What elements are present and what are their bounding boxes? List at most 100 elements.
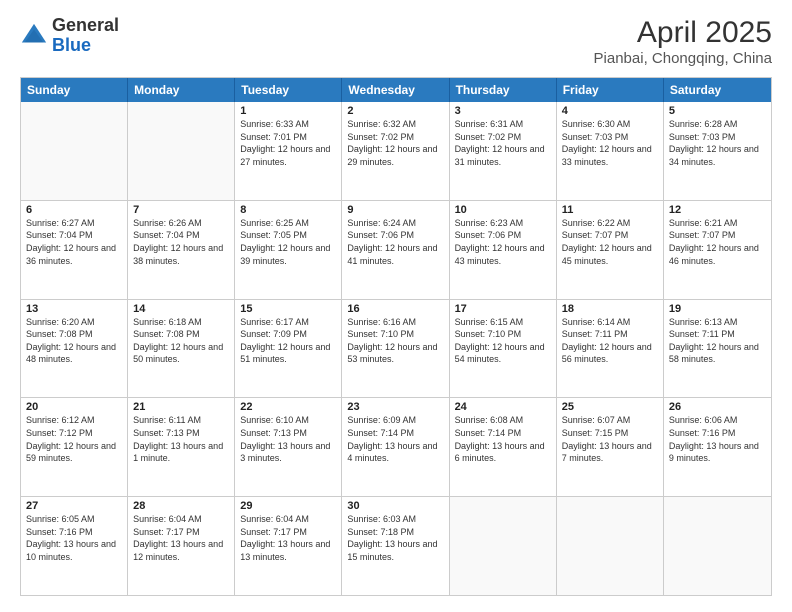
calendar-cell: 20Sunrise: 6:12 AMSunset: 7:12 PMDayligh… bbox=[21, 398, 128, 496]
day-info: Sunrise: 6:13 AMSunset: 7:11 PMDaylight:… bbox=[669, 316, 766, 366]
day-number: 29 bbox=[240, 500, 336, 512]
day-number: 22 bbox=[240, 401, 336, 413]
calendar-cell: 6Sunrise: 6:27 AMSunset: 7:04 PMDaylight… bbox=[21, 201, 128, 299]
calendar-cell bbox=[128, 102, 235, 200]
calendar-cell: 2Sunrise: 6:32 AMSunset: 7:02 PMDaylight… bbox=[342, 102, 449, 200]
calendar-cell: 30Sunrise: 6:03 AMSunset: 7:18 PMDayligh… bbox=[342, 497, 449, 595]
day-number: 9 bbox=[347, 204, 443, 216]
day-info: Sunrise: 6:06 AMSunset: 7:16 PMDaylight:… bbox=[669, 414, 766, 464]
cal-header-day: Saturday bbox=[664, 78, 771, 102]
calendar-row: 6Sunrise: 6:27 AMSunset: 7:04 PMDaylight… bbox=[21, 200, 771, 299]
day-info: Sunrise: 6:04 AMSunset: 7:17 PMDaylight:… bbox=[240, 513, 336, 563]
calendar-cell: 18Sunrise: 6:14 AMSunset: 7:11 PMDayligh… bbox=[557, 300, 664, 398]
calendar-cell bbox=[450, 497, 557, 595]
calendar-cell: 3Sunrise: 6:31 AMSunset: 7:02 PMDaylight… bbox=[450, 102, 557, 200]
calendar-cell: 12Sunrise: 6:21 AMSunset: 7:07 PMDayligh… bbox=[664, 201, 771, 299]
calendar-cell: 22Sunrise: 6:10 AMSunset: 7:13 PMDayligh… bbox=[235, 398, 342, 496]
day-info: Sunrise: 6:05 AMSunset: 7:16 PMDaylight:… bbox=[26, 513, 122, 563]
calendar-header: SundayMondayTuesdayWednesdayThursdayFrid… bbox=[21, 78, 771, 102]
day-info: Sunrise: 6:20 AMSunset: 7:08 PMDaylight:… bbox=[26, 316, 122, 366]
day-info: Sunrise: 6:25 AMSunset: 7:05 PMDaylight:… bbox=[240, 217, 336, 267]
day-number: 8 bbox=[240, 204, 336, 216]
calendar-cell: 24Sunrise: 6:08 AMSunset: 7:14 PMDayligh… bbox=[450, 398, 557, 496]
cal-header-day: Tuesday bbox=[235, 78, 342, 102]
day-number: 15 bbox=[240, 303, 336, 315]
calendar-cell: 19Sunrise: 6:13 AMSunset: 7:11 PMDayligh… bbox=[664, 300, 771, 398]
day-info: Sunrise: 6:10 AMSunset: 7:13 PMDaylight:… bbox=[240, 414, 336, 464]
day-info: Sunrise: 6:07 AMSunset: 7:15 PMDaylight:… bbox=[562, 414, 658, 464]
cal-header-day: Thursday bbox=[450, 78, 557, 102]
day-number: 1 bbox=[240, 105, 336, 117]
day-number: 28 bbox=[133, 500, 229, 512]
calendar-cell: 15Sunrise: 6:17 AMSunset: 7:09 PMDayligh… bbox=[235, 300, 342, 398]
day-number: 21 bbox=[133, 401, 229, 413]
day-info: Sunrise: 6:24 AMSunset: 7:06 PMDaylight:… bbox=[347, 217, 443, 267]
day-info: Sunrise: 6:18 AMSunset: 7:08 PMDaylight:… bbox=[133, 316, 229, 366]
day-number: 20 bbox=[26, 401, 122, 413]
day-number: 14 bbox=[133, 303, 229, 315]
day-number: 11 bbox=[562, 204, 658, 216]
day-info: Sunrise: 6:04 AMSunset: 7:17 PMDaylight:… bbox=[133, 513, 229, 563]
calendar-cell: 27Sunrise: 6:05 AMSunset: 7:16 PMDayligh… bbox=[21, 497, 128, 595]
calendar-cell: 11Sunrise: 6:22 AMSunset: 7:07 PMDayligh… bbox=[557, 201, 664, 299]
calendar-cell: 1Sunrise: 6:33 AMSunset: 7:01 PMDaylight… bbox=[235, 102, 342, 200]
cal-header-day: Wednesday bbox=[342, 78, 449, 102]
calendar-row: 20Sunrise: 6:12 AMSunset: 7:12 PMDayligh… bbox=[21, 397, 771, 496]
logo-icon bbox=[20, 22, 48, 50]
day-info: Sunrise: 6:23 AMSunset: 7:06 PMDaylight:… bbox=[455, 217, 551, 267]
day-info: Sunrise: 6:30 AMSunset: 7:03 PMDaylight:… bbox=[562, 118, 658, 168]
day-info: Sunrise: 6:12 AMSunset: 7:12 PMDaylight:… bbox=[26, 414, 122, 464]
calendar-cell: 29Sunrise: 6:04 AMSunset: 7:17 PMDayligh… bbox=[235, 497, 342, 595]
calendar-row: 1Sunrise: 6:33 AMSunset: 7:01 PMDaylight… bbox=[21, 102, 771, 200]
day-number: 12 bbox=[669, 204, 766, 216]
day-number: 17 bbox=[455, 303, 551, 315]
day-info: Sunrise: 6:14 AMSunset: 7:11 PMDaylight:… bbox=[562, 316, 658, 366]
day-info: Sunrise: 6:26 AMSunset: 7:04 PMDaylight:… bbox=[133, 217, 229, 267]
cal-header-day: Friday bbox=[557, 78, 664, 102]
day-number: 26 bbox=[669, 401, 766, 413]
day-info: Sunrise: 6:31 AMSunset: 7:02 PMDaylight:… bbox=[455, 118, 551, 168]
header: General Blue April 2025 Pianbai, Chongqi… bbox=[20, 16, 772, 67]
calendar-body: 1Sunrise: 6:33 AMSunset: 7:01 PMDaylight… bbox=[21, 102, 771, 595]
day-number: 6 bbox=[26, 204, 122, 216]
calendar-row: 27Sunrise: 6:05 AMSunset: 7:16 PMDayligh… bbox=[21, 496, 771, 595]
calendar-cell: 8Sunrise: 6:25 AMSunset: 7:05 PMDaylight… bbox=[235, 201, 342, 299]
calendar-cell: 5Sunrise: 6:28 AMSunset: 7:03 PMDaylight… bbox=[664, 102, 771, 200]
day-number: 25 bbox=[562, 401, 658, 413]
logo-general: General bbox=[52, 15, 119, 35]
calendar-cell: 28Sunrise: 6:04 AMSunset: 7:17 PMDayligh… bbox=[128, 497, 235, 595]
day-number: 4 bbox=[562, 105, 658, 117]
calendar-row: 13Sunrise: 6:20 AMSunset: 7:08 PMDayligh… bbox=[21, 299, 771, 398]
calendar: SundayMondayTuesdayWednesdayThursdayFrid… bbox=[20, 77, 772, 596]
day-info: Sunrise: 6:11 AMSunset: 7:13 PMDaylight:… bbox=[133, 414, 229, 464]
calendar-cell bbox=[557, 497, 664, 595]
calendar-cell: 21Sunrise: 6:11 AMSunset: 7:13 PMDayligh… bbox=[128, 398, 235, 496]
calendar-cell: 17Sunrise: 6:15 AMSunset: 7:10 PMDayligh… bbox=[450, 300, 557, 398]
calendar-cell: 16Sunrise: 6:16 AMSunset: 7:10 PMDayligh… bbox=[342, 300, 449, 398]
calendar-cell: 10Sunrise: 6:23 AMSunset: 7:06 PMDayligh… bbox=[450, 201, 557, 299]
day-number: 23 bbox=[347, 401, 443, 413]
day-number: 13 bbox=[26, 303, 122, 315]
calendar-cell: 4Sunrise: 6:30 AMSunset: 7:03 PMDaylight… bbox=[557, 102, 664, 200]
day-number: 19 bbox=[669, 303, 766, 315]
day-info: Sunrise: 6:15 AMSunset: 7:10 PMDaylight:… bbox=[455, 316, 551, 366]
day-info: Sunrise: 6:03 AMSunset: 7:18 PMDaylight:… bbox=[347, 513, 443, 563]
day-number: 10 bbox=[455, 204, 551, 216]
day-info: Sunrise: 6:08 AMSunset: 7:14 PMDaylight:… bbox=[455, 414, 551, 464]
day-number: 2 bbox=[347, 105, 443, 117]
cal-header-day: Sunday bbox=[21, 78, 128, 102]
day-number: 3 bbox=[455, 105, 551, 117]
day-number: 7 bbox=[133, 204, 229, 216]
day-info: Sunrise: 6:16 AMSunset: 7:10 PMDaylight:… bbox=[347, 316, 443, 366]
logo-blue: Blue bbox=[52, 35, 91, 55]
page: General Blue April 2025 Pianbai, Chongqi… bbox=[0, 0, 792, 612]
day-number: 5 bbox=[669, 105, 766, 117]
cal-header-day: Monday bbox=[128, 78, 235, 102]
day-info: Sunrise: 6:27 AMSunset: 7:04 PMDaylight:… bbox=[26, 217, 122, 267]
day-number: 24 bbox=[455, 401, 551, 413]
calendar-cell bbox=[664, 497, 771, 595]
day-info: Sunrise: 6:22 AMSunset: 7:07 PMDaylight:… bbox=[562, 217, 658, 267]
day-info: Sunrise: 6:17 AMSunset: 7:09 PMDaylight:… bbox=[240, 316, 336, 366]
calendar-cell: 7Sunrise: 6:26 AMSunset: 7:04 PMDaylight… bbox=[128, 201, 235, 299]
day-info: Sunrise: 6:21 AMSunset: 7:07 PMDaylight:… bbox=[669, 217, 766, 267]
